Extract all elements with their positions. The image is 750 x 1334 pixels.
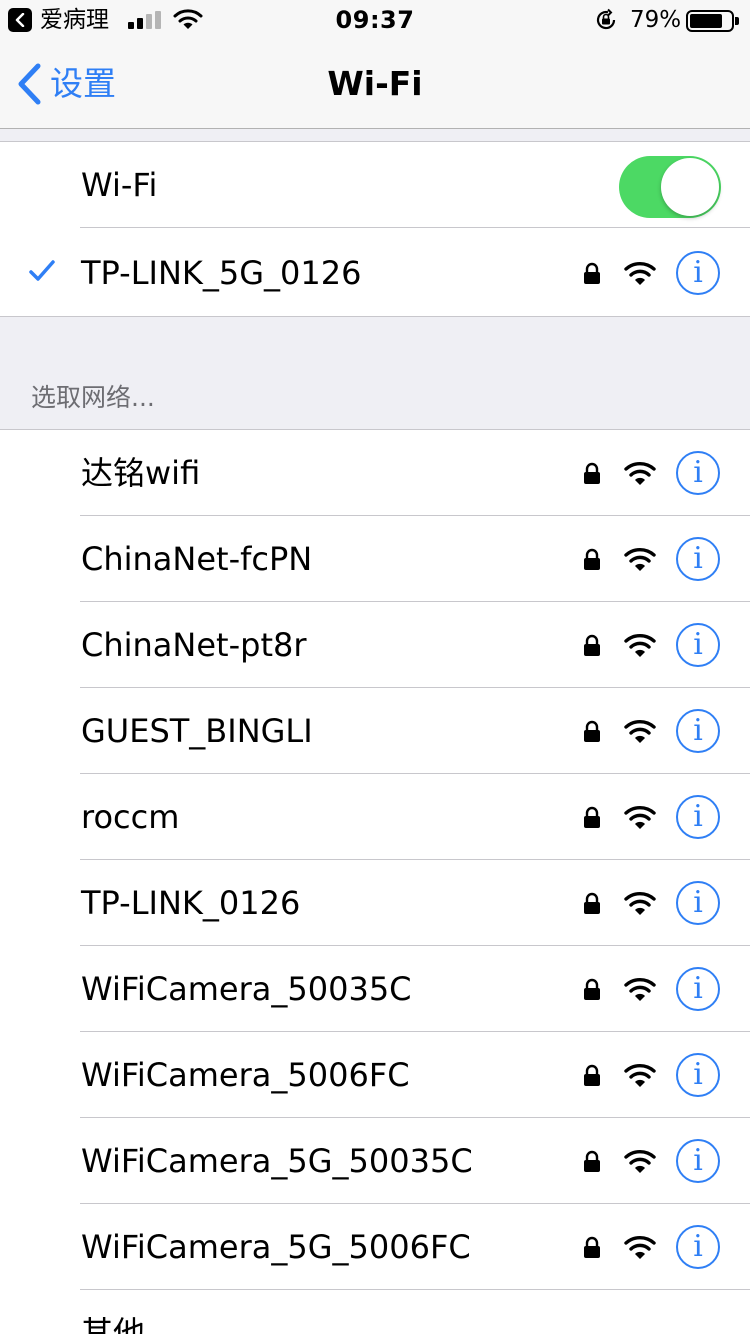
wifi-signal-icon bbox=[624, 1064, 656, 1087]
lock-icon bbox=[584, 1150, 600, 1172]
network-name: GUEST_BINGLI bbox=[81, 712, 313, 750]
network-name: WiFiCamera_5G_50035C bbox=[81, 1142, 473, 1180]
lock-icon bbox=[584, 1236, 600, 1258]
page-title: Wi-Fi bbox=[327, 64, 423, 103]
lock-icon bbox=[584, 978, 600, 1000]
info-icon[interactable]: i bbox=[676, 1225, 720, 1269]
lock-icon bbox=[584, 548, 600, 570]
lock-icon bbox=[584, 892, 600, 914]
network-row[interactable]: ChinaNet-pt8r i bbox=[0, 602, 750, 688]
wifi-signal-icon bbox=[624, 262, 656, 285]
network-name: WiFiCamera_5006FC bbox=[81, 1056, 410, 1094]
wifi-signal-icon bbox=[624, 1236, 656, 1259]
navigation-bar: 设置 Wi-Fi bbox=[0, 40, 750, 129]
info-icon[interactable]: i bbox=[676, 623, 720, 667]
network-row[interactable]: WiFiCamera_5G_5006FC i bbox=[0, 1204, 750, 1290]
wifi-signal-icon bbox=[624, 806, 656, 829]
battery-fill bbox=[690, 14, 722, 28]
info-icon[interactable]: i bbox=[676, 251, 720, 295]
wifi-signal-icon bbox=[624, 1150, 656, 1173]
network-name: 达铭wifi bbox=[81, 454, 201, 492]
connected-network-name: TP-LINK_5G_0126 bbox=[81, 254, 362, 292]
lock-icon bbox=[584, 1064, 600, 1086]
wifi-signal-icon bbox=[624, 892, 656, 915]
battery-percent: 79% bbox=[630, 7, 682, 33]
info-icon[interactable]: i bbox=[676, 881, 720, 925]
network-row[interactable]: TP-LINK_0126 i bbox=[0, 860, 750, 946]
wifi-toggle-switch[interactable] bbox=[619, 156, 721, 218]
wifi-signal-icon bbox=[624, 462, 656, 485]
network-row[interactable]: ChinaNet-fcPN i bbox=[0, 516, 750, 602]
network-list: 达铭wifi i ChinaNet-fcPN i ChinaNet-pt8r i… bbox=[0, 429, 750, 1334]
network-name: WiFiCamera_50035C bbox=[81, 970, 412, 1008]
section-header-choose-network: 选取网络... bbox=[31, 383, 155, 412]
wifi-signal-icon bbox=[624, 720, 656, 743]
other-network-label: 其他... bbox=[81, 1314, 176, 1334]
network-name: ChinaNet-fcPN bbox=[81, 540, 313, 578]
wifi-settings-group: Wi-Fi TP-LINK_5G_0126 i bbox=[0, 141, 750, 317]
other-network-row[interactable]: 其他... bbox=[0, 1290, 750, 1334]
lock-icon bbox=[584, 462, 600, 484]
network-row[interactable]: GUEST_BINGLI i bbox=[0, 688, 750, 774]
checkmark-icon bbox=[29, 260, 55, 281]
info-icon[interactable]: i bbox=[676, 537, 720, 581]
wifi-signal-icon bbox=[624, 978, 656, 1001]
battery-icon bbox=[686, 10, 739, 32]
info-icon[interactable]: i bbox=[676, 795, 720, 839]
network-row[interactable]: WiFiCamera_50035C i bbox=[0, 946, 750, 1032]
network-row[interactable]: roccm i bbox=[0, 774, 750, 860]
lock-icon bbox=[584, 262, 600, 284]
wifi-toggle-label: Wi-Fi bbox=[81, 166, 158, 204]
wifi-signal-icon bbox=[624, 548, 656, 571]
info-icon[interactable]: i bbox=[676, 1053, 720, 1097]
lock-icon bbox=[584, 720, 600, 742]
info-icon[interactable]: i bbox=[676, 967, 720, 1011]
network-row[interactable]: WiFiCamera_5006FC i bbox=[0, 1032, 750, 1118]
lock-icon bbox=[584, 806, 600, 828]
network-name: TP-LINK_0126 bbox=[81, 884, 301, 922]
info-icon[interactable]: i bbox=[676, 1139, 720, 1183]
network-row[interactable]: WiFiCamera_5G_50035C i bbox=[0, 1118, 750, 1204]
connected-network-row[interactable]: TP-LINK_5G_0126 i bbox=[0, 230, 750, 316]
network-row[interactable]: 达铭wifi i bbox=[0, 430, 750, 516]
orientation-lock-icon bbox=[596, 8, 616, 30]
info-icon[interactable]: i bbox=[676, 709, 720, 753]
lock-icon bbox=[584, 634, 600, 656]
status-bar: 爱病理 09:37 79% bbox=[0, 0, 750, 40]
info-icon[interactable]: i bbox=[676, 451, 720, 495]
network-name: WiFiCamera_5G_5006FC bbox=[81, 1228, 471, 1266]
network-name: roccm bbox=[81, 798, 180, 836]
wifi-toggle-row: Wi-Fi bbox=[0, 142, 750, 228]
network-name: ChinaNet-pt8r bbox=[81, 626, 307, 664]
wifi-signal-icon bbox=[624, 634, 656, 657]
